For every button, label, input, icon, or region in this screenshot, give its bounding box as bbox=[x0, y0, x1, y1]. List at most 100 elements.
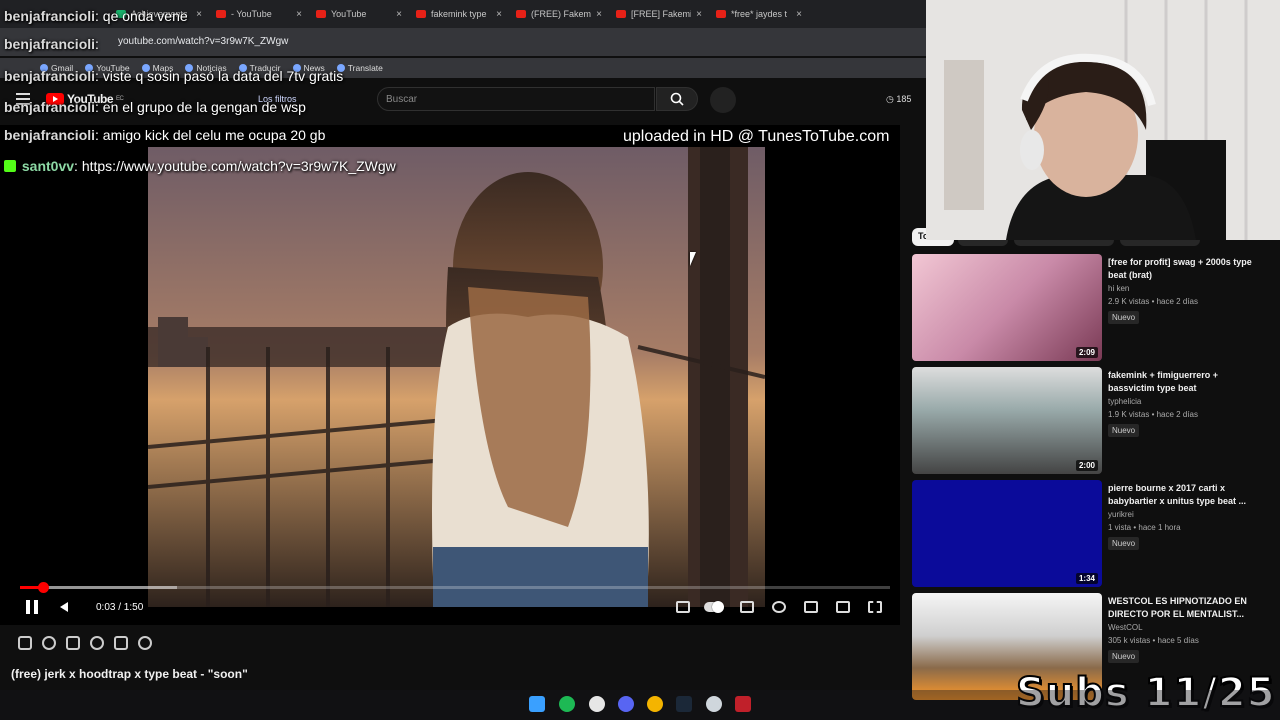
speed-icon[interactable] bbox=[90, 636, 104, 650]
cast-icon[interactable] bbox=[836, 601, 850, 613]
tab-label: (FREE) Fakemi bbox=[531, 9, 592, 19]
ccleaner-icon[interactable] bbox=[706, 696, 722, 712]
recommendation-item[interactable]: 1:34 pierre bourne x 2017 carti x babybar… bbox=[912, 480, 1272, 587]
autoplay-toggle[interactable] bbox=[704, 601, 724, 613]
recommendation-title[interactable]: [free for profit] swag + 2000s type beat… bbox=[1108, 256, 1258, 282]
recommendation-item[interactable]: 2:09 [free for profit] swag + 2000s type … bbox=[912, 254, 1272, 361]
tab-label: - YouTube bbox=[231, 9, 272, 19]
recommendation-channel[interactable]: typhelicia bbox=[1108, 397, 1141, 406]
browser-tab[interactable]: *free* jaydes t × bbox=[710, 0, 808, 28]
recommendation-meta: 305 k vistas • hace 5 días bbox=[1108, 636, 1199, 645]
view-count: 185 bbox=[896, 94, 912, 104]
tab-label: [FREE] Fakemi bbox=[631, 9, 692, 19]
screenshot-icon[interactable] bbox=[114, 636, 128, 650]
new-badge: Nuevo bbox=[1108, 424, 1140, 437]
app-icon[interactable] bbox=[589, 696, 605, 712]
bookmark-item[interactable]: Translate bbox=[336, 63, 383, 73]
pause-icon[interactable] bbox=[26, 600, 38, 614]
close-tab-icon[interactable]: × bbox=[296, 9, 302, 20]
close-tab-icon[interactable]: × bbox=[696, 9, 702, 20]
video-watermark: uploaded in HD @ TunesToTube.com bbox=[623, 128, 890, 145]
video-scene-image bbox=[148, 147, 765, 607]
recommendation-title[interactable]: WESTCOL ES HIPNOTIZADO EN DIRECTO POR EL… bbox=[1108, 595, 1258, 621]
recommendation-item[interactable]: 2:00 fakemink + fimiguerrero + bassvictim… bbox=[912, 367, 1272, 474]
miniplayer-icon[interactable] bbox=[804, 601, 818, 613]
progress-bar[interactable] bbox=[20, 582, 890, 593]
webcam-overlay bbox=[926, 0, 1280, 240]
steam-icon[interactable] bbox=[676, 696, 692, 712]
recommendation-channel[interactable]: WestCOL bbox=[1108, 623, 1143, 632]
youtube-icon bbox=[416, 10, 426, 18]
close-tab-icon[interactable]: × bbox=[396, 9, 402, 20]
recommendation-title[interactable]: pierre bourne x 2017 carti x babybartier… bbox=[1108, 482, 1258, 508]
close-tab-icon[interactable]: × bbox=[596, 9, 602, 20]
chat-text: : https://www.youtube.com/watch?v=3r9w7K… bbox=[74, 158, 396, 174]
search-button[interactable] bbox=[656, 87, 698, 111]
chat-username: benjafrancioli bbox=[4, 36, 96, 52]
tab-label: fakemink type bbox=[431, 9, 487, 19]
chrome-icon[interactable] bbox=[647, 696, 663, 712]
url-text[interactable]: youtube.com/watch?v=3r9w7K_ZWgw bbox=[118, 36, 288, 47]
audio-icon[interactable] bbox=[42, 636, 56, 650]
browser-tab[interactable]: [FREE] Fakemi × bbox=[610, 0, 708, 28]
recommendation-channel[interactable]: yurikrei bbox=[1108, 510, 1134, 519]
chat-username: benjafrancioli bbox=[4, 127, 96, 143]
video-thumbnail[interactable]: 1:34 bbox=[912, 480, 1102, 587]
kick-badge-icon bbox=[4, 160, 16, 172]
chat-message: benjafrancioli: en el grupo de la gengan… bbox=[4, 99, 306, 115]
streamer-webcam-image bbox=[926, 0, 1280, 240]
taskbar bbox=[0, 690, 1280, 720]
spotify-icon[interactable] bbox=[559, 696, 575, 712]
voice-search-button[interactable] bbox=[710, 87, 736, 113]
mouse-cursor bbox=[690, 252, 702, 266]
recommendation-meta: 2.9 K vistas • hace 2 días bbox=[1108, 297, 1198, 306]
chat-text: : qe onda vene bbox=[95, 8, 188, 24]
close-tab-icon[interactable]: × bbox=[796, 9, 802, 20]
discord-icon[interactable] bbox=[618, 696, 634, 712]
duration-badge: 2:00 bbox=[1075, 460, 1098, 471]
recommendation-title[interactable]: fakemink + fimiguerrero + bassvictim typ… bbox=[1108, 369, 1258, 395]
video-thumbnail[interactable]: 2:09 bbox=[912, 254, 1102, 361]
extension-toolbar bbox=[18, 636, 152, 650]
loop-icon[interactable] bbox=[18, 636, 32, 650]
duration-badge: 2:09 bbox=[1075, 347, 1098, 358]
browser-tab[interactable]: YouTube × bbox=[310, 0, 408, 28]
browser-tab[interactable]: fakemink type × bbox=[410, 0, 508, 28]
youtube-icon bbox=[616, 10, 626, 18]
video-frame[interactable] bbox=[148, 147, 765, 607]
tab-label: *free* jaydes t bbox=[731, 9, 788, 19]
time-display: 0:03 / 1:50 bbox=[96, 602, 144, 613]
cinema-icon[interactable] bbox=[66, 636, 80, 650]
new-badge: Nuevo bbox=[1108, 311, 1140, 324]
chat-text: : amigo kick del celu me ocupa 20 gb bbox=[95, 127, 326, 143]
youtube-icon bbox=[216, 10, 226, 18]
bookmark-label: Translate bbox=[347, 63, 383, 73]
youtube-icon bbox=[316, 10, 326, 18]
chat-text: : en el grupo de la gengan de wsp bbox=[95, 99, 306, 115]
chat-message: benjafrancioli: bbox=[4, 36, 99, 52]
chat-username: benjafrancioli bbox=[4, 99, 96, 115]
epic-games-icon[interactable] bbox=[735, 696, 751, 712]
windows-start-icon[interactable] bbox=[529, 696, 545, 712]
subtitles-icon[interactable] bbox=[740, 601, 754, 613]
volume-icon[interactable] bbox=[60, 602, 68, 612]
recommendation-channel[interactable]: hi ken bbox=[1108, 284, 1129, 293]
tab-label: YouTube bbox=[331, 9, 367, 19]
browser-tab[interactable]: - YouTube × bbox=[210, 0, 308, 28]
youtube-icon bbox=[716, 10, 726, 18]
video-title: (free) jerk x hoodtrap x type beat - "so… bbox=[11, 667, 248, 681]
browser-tab[interactable]: (FREE) Fakemi × bbox=[510, 0, 608, 28]
fullscreen-icon[interactable] bbox=[868, 601, 882, 613]
quality-icon[interactable] bbox=[676, 601, 690, 613]
extension-settings-icon[interactable] bbox=[138, 636, 152, 650]
settings-gear-icon[interactable] bbox=[772, 601, 786, 613]
chat-message: sant0vv: https://www.youtube.com/watch?v… bbox=[4, 158, 396, 174]
chat-username: benjafrancioli bbox=[4, 68, 96, 84]
close-tab-icon[interactable]: × bbox=[496, 9, 502, 20]
new-badge: Nuevo bbox=[1108, 650, 1140, 663]
video-thumbnail[interactable]: 2:00 bbox=[912, 367, 1102, 474]
chat-text: : bbox=[95, 36, 99, 52]
youtube-icon bbox=[516, 10, 526, 18]
close-tab-icon[interactable]: × bbox=[196, 9, 202, 20]
search-input[interactable]: Buscar bbox=[377, 87, 655, 111]
